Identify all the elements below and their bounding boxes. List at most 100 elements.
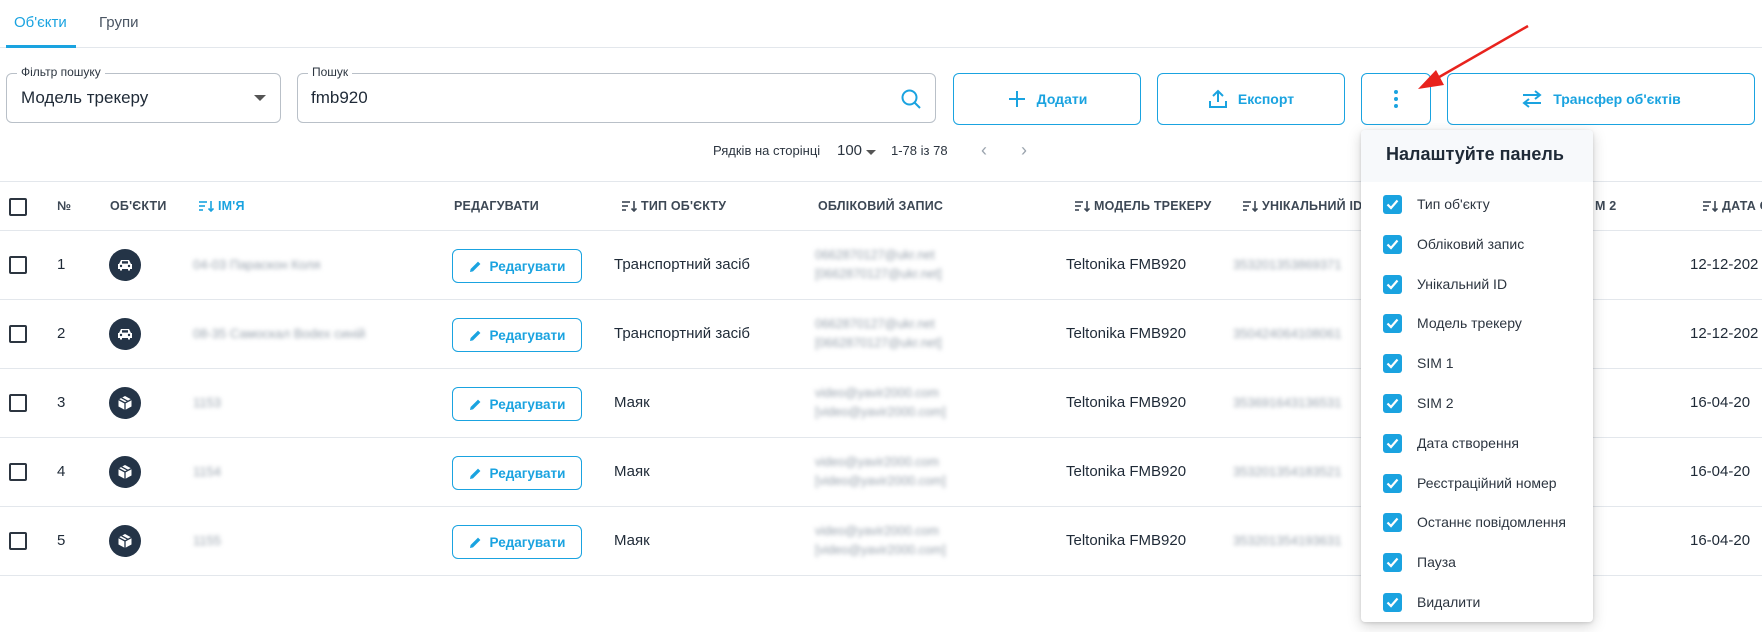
pagination: Рядків на сторінці 100 1-78 із 78 ‹ › — [713, 140, 1043, 163]
row-account-email-alt: [video@yavir2000.com] — [815, 474, 946, 488]
row-checkbox[interactable] — [9, 532, 27, 550]
panel-option-label: Унікальний ID — [1417, 275, 1508, 292]
prev-page-icon[interactable]: ‹ — [981, 140, 987, 161]
pagination-range: 1-78 із 78 — [891, 143, 948, 158]
column-unique-id[interactable]: УНІКАЛЬНИЙ ID — [1243, 199, 1362, 213]
upload-icon — [1208, 89, 1227, 108]
edit-button[interactable]: Редагувати — [452, 249, 582, 283]
transfer-objects-button[interactable]: Трансфер об'єктів — [1447, 73, 1755, 125]
row-tracker-model: Teltonika FMB920 — [1066, 256, 1187, 273]
panel-option-checkbox[interactable] — [1383, 513, 1402, 533]
search-input[interactable] — [311, 84, 871, 112]
tab-groups[interactable]: Групи — [99, 0, 138, 48]
row-checkbox[interactable] — [9, 463, 27, 481]
row-number: 3 — [57, 394, 66, 411]
check-icon — [1386, 597, 1399, 608]
column-type[interactable]: ТИП ОБ'ЄКТУ — [622, 199, 726, 213]
panel-option[interactable]: Тип об'єкту — [1361, 185, 1593, 223]
row-checkbox[interactable] — [9, 394, 27, 412]
panel-option[interactable]: Модель трекеру — [1361, 304, 1593, 342]
export-button-label: Експорт — [1237, 91, 1295, 107]
pencil-icon — [469, 261, 480, 272]
column-date[interactable]: ДАТА С — [1703, 199, 1762, 213]
search-legend: Пошук — [308, 65, 353, 79]
panel-option-label: SIM 1 — [1417, 355, 1454, 372]
rows-chevron-down-icon[interactable] — [866, 150, 876, 155]
panel-option-checkbox[interactable] — [1383, 314, 1402, 334]
panel-option[interactable]: SIM 1 — [1361, 344, 1593, 382]
search-filter-select[interactable]: Фільтр пошуку Модель трекеру — [6, 65, 281, 123]
pencil-icon — [469, 468, 480, 479]
panel-option-checkbox[interactable] — [1383, 195, 1402, 214]
row-name[interactable]: 1154 — [193, 464, 221, 479]
column-account: ОБЛІКОВИЙ ЗАПИС — [818, 199, 944, 213]
row-created-date: 16-04-20 — [1690, 532, 1751, 549]
rows-per-page-select[interactable]: 100 — [837, 142, 862, 159]
search-icon[interactable] — [899, 87, 923, 111]
more-options-button[interactable] — [1361, 73, 1431, 125]
row-name[interactable]: 04-03 Параскон Коля — [193, 257, 320, 272]
panel-option[interactable]: Унікальний ID — [1361, 265, 1593, 303]
search-filter-legend: Фільтр пошуку — [17, 65, 105, 79]
search-field: Пошук — [297, 65, 936, 123]
check-icon — [1386, 398, 1399, 409]
panel-option-checkbox[interactable] — [1383, 234, 1402, 254]
panel-option-checkbox[interactable] — [1383, 354, 1402, 374]
more-vertical-icon — [1394, 90, 1398, 108]
row-account-email-alt: [0662870127@ukr.net] — [815, 336, 942, 350]
row-unique-id: 353201354193631 — [1233, 533, 1342, 548]
row-number: 1 — [57, 256, 66, 273]
panel-option[interactable]: SIM 2 — [1361, 384, 1593, 422]
tab-objects[interactable]: Об'єкти — [14, 0, 67, 48]
panel-option[interactable]: Обліковий запис — [1361, 225, 1593, 263]
row-number: 5 — [57, 532, 66, 549]
column-type-label: ТИП ОБ'ЄКТУ — [641, 199, 727, 213]
row-checkbox[interactable] — [9, 256, 27, 274]
panel-option[interactable]: Реєстраційний номер — [1361, 464, 1593, 502]
sort-icon — [1075, 201, 1090, 212]
package-icon — [109, 387, 141, 419]
column-sim2: M 2 — [1595, 199, 1617, 213]
edit-button[interactable]: Редагувати — [452, 387, 582, 421]
column-objects: ОБ'ЄКТИ — [110, 199, 167, 213]
edit-button[interactable]: Редагувати — [452, 456, 582, 490]
panel-option[interactable]: Останнє повідомлення — [1361, 503, 1593, 541]
row-account-email: video@yavir2000.com — [815, 386, 939, 400]
row-unique-id: 353691643136531 — [1233, 395, 1342, 410]
column-model[interactable]: МОДЕЛЬ ТРЕКЕРУ — [1075, 199, 1211, 213]
add-button[interactable]: Додати — [953, 73, 1141, 125]
check-icon — [1386, 518, 1399, 529]
panel-option-checkbox[interactable] — [1383, 433, 1402, 453]
sort-icon — [199, 201, 214, 212]
panel-option-checkbox[interactable] — [1383, 274, 1402, 294]
row-tracker-model: Teltonika FMB920 — [1066, 394, 1187, 411]
panel-option-checkbox[interactable] — [1383, 473, 1402, 493]
panel-option[interactable]: Дата створення — [1361, 424, 1593, 462]
row-name[interactable]: 08-35 Самоскал Bodex синій — [193, 326, 365, 341]
row-created-date: 12-12-202 — [1690, 325, 1759, 342]
panel-option-checkbox[interactable] — [1383, 394, 1402, 413]
row-account-email-alt: [video@yavir2000.com] — [815, 405, 946, 419]
package-icon — [109, 525, 141, 557]
edit-button-label: Редагувати — [489, 534, 566, 550]
edit-button-label: Редагувати — [489, 327, 566, 343]
panel-option-label: Модель трекеру — [1417, 315, 1522, 332]
export-button[interactable]: Експорт — [1157, 73, 1345, 125]
column-date-label: ДАТА С — [1722, 199, 1762, 213]
edit-button-label: Редагувати — [489, 258, 566, 274]
panel-option-checkbox[interactable] — [1383, 553, 1402, 573]
panel-option[interactable]: Пауза — [1361, 543, 1593, 581]
select-all-checkbox[interactable] — [9, 198, 27, 216]
next-page-icon[interactable]: › — [1021, 140, 1027, 161]
column-name[interactable]: ІМ'Я — [199, 199, 245, 213]
chevron-down-icon[interactable] — [254, 95, 266, 101]
panel-option-checkbox[interactable] — [1383, 593, 1402, 612]
row-name[interactable]: 1153 — [193, 395, 221, 410]
edit-button[interactable]: Редагувати — [452, 318, 582, 352]
check-icon — [1386, 279, 1399, 290]
panel-option[interactable]: Видалити — [1361, 583, 1593, 621]
row-checkbox[interactable] — [9, 325, 27, 343]
panel-option-label: Видалити — [1417, 594, 1481, 610]
edit-button[interactable]: Редагувати — [452, 525, 582, 559]
row-name[interactable]: 1155 — [193, 533, 221, 548]
